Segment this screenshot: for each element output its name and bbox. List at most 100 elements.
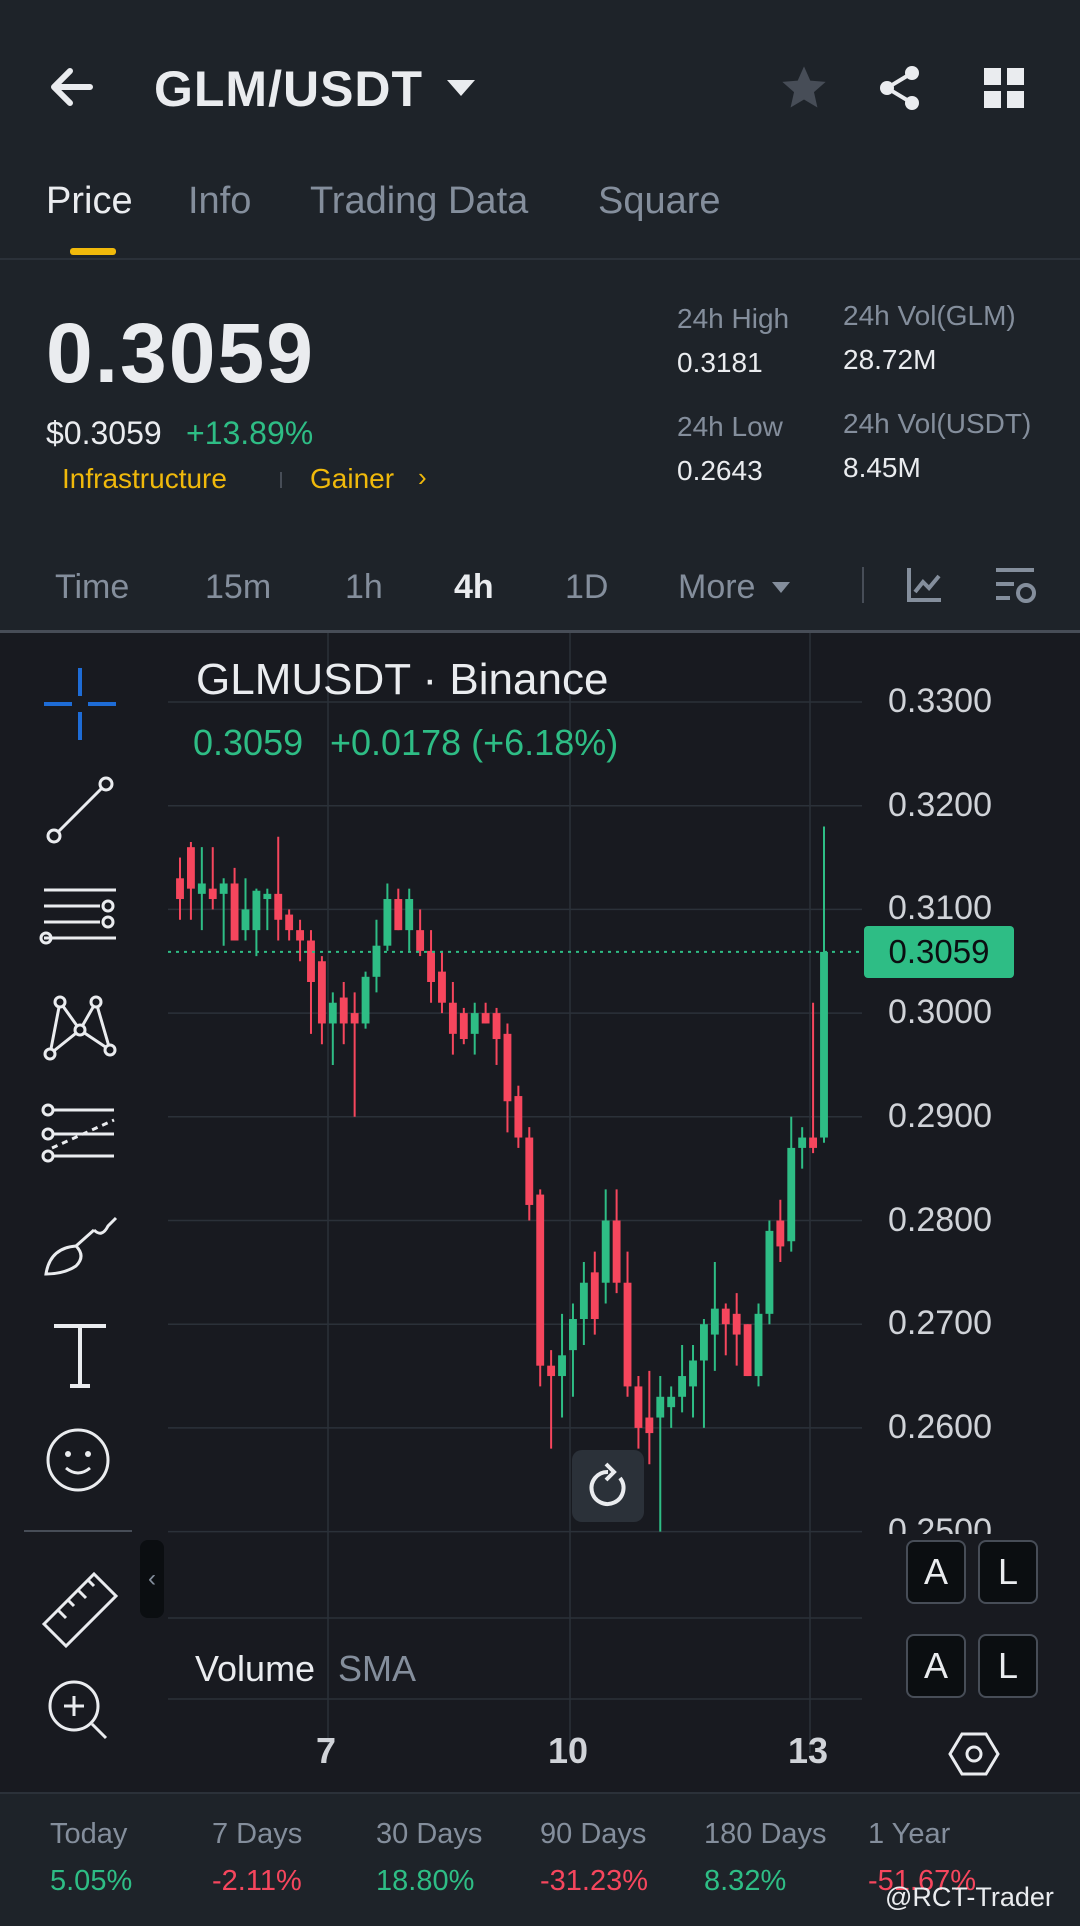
candle-body bbox=[634, 1386, 643, 1428]
candle-body bbox=[252, 890, 261, 931]
perf-value: -2.11% bbox=[212, 1865, 302, 1897]
candle-body bbox=[492, 1013, 501, 1040]
candle-body bbox=[503, 1033, 512, 1102]
vol-base-value: 28.72M bbox=[843, 344, 937, 375]
brush-icon[interactable] bbox=[36, 1200, 124, 1288]
indicator-chart-icon[interactable] bbox=[905, 564, 945, 604]
high-value: 0.3181 bbox=[677, 347, 763, 378]
candle-body bbox=[438, 971, 446, 1003]
ruler-icon[interactable] bbox=[36, 1560, 124, 1649]
auto-scale-button[interactable]: A bbox=[906, 1634, 966, 1698]
last-price: 0.3059 bbox=[46, 306, 315, 400]
timeframe-more[interactable]: More bbox=[678, 568, 755, 607]
candle-body bbox=[296, 930, 304, 941]
candle-body bbox=[710, 1308, 719, 1335]
perf-value: 8.32% bbox=[704, 1865, 787, 1897]
high-label: 24h High bbox=[677, 303, 790, 334]
candle-body bbox=[776, 1220, 785, 1247]
fibonacci-icon[interactable] bbox=[36, 1090, 124, 1178]
candle-body bbox=[623, 1282, 632, 1387]
chart-last-value: 0.3059 bbox=[193, 722, 304, 763]
share-icon[interactable] bbox=[874, 62, 926, 114]
y-tick-label: 0.2500 bbox=[888, 1511, 992, 1534]
candle-body bbox=[230, 883, 239, 941]
tab-square[interactable]: Square bbox=[598, 180, 721, 223]
x-tick-label: 13 bbox=[788, 1730, 829, 1771]
emoji-icon[interactable] bbox=[36, 1416, 124, 1504]
pair-dropdown-caret-icon[interactable] bbox=[447, 80, 475, 96]
crosshair-icon[interactable] bbox=[36, 660, 124, 748]
candle-body bbox=[721, 1308, 730, 1325]
candle-body bbox=[514, 1096, 523, 1138]
candle-body bbox=[732, 1313, 741, 1335]
perf-label: 1 Year bbox=[868, 1818, 951, 1850]
timeframe-15m[interactable]: 15m bbox=[205, 568, 271, 607]
tab-info[interactable]: Info bbox=[188, 180, 251, 223]
chevron-right-icon[interactable]: › bbox=[418, 462, 427, 493]
pattern-tool-icon[interactable] bbox=[36, 980, 124, 1068]
timeframe-time[interactable]: Time bbox=[55, 568, 129, 607]
perf-value: 18.80% bbox=[376, 1865, 475, 1897]
perf-label: Today bbox=[50, 1818, 128, 1850]
chart-settings-icon[interactable] bbox=[992, 564, 1038, 608]
hexagon-settings-icon[interactable] bbox=[948, 1728, 1000, 1780]
text-tool-icon[interactable] bbox=[36, 1310, 124, 1398]
zoom-in-icon[interactable] bbox=[36, 1668, 124, 1756]
more-caret-icon[interactable] bbox=[772, 582, 790, 593]
candle-body bbox=[317, 961, 326, 1024]
candle-body bbox=[263, 893, 272, 900]
auto-scale-button[interactable]: A bbox=[906, 1540, 966, 1604]
candle-body bbox=[536, 1194, 545, 1366]
back-arrow-icon[interactable] bbox=[44, 62, 104, 112]
candle-body bbox=[394, 899, 403, 931]
candle-body bbox=[186, 847, 195, 889]
candle-body bbox=[459, 1013, 468, 1040]
x-tick-label: 7 bbox=[316, 1730, 337, 1771]
candle-body bbox=[787, 1147, 796, 1242]
candle-body bbox=[427, 950, 435, 982]
grid-menu-icon[interactable] bbox=[982, 66, 1026, 110]
y-tick-label: 0.3000 bbox=[888, 993, 992, 1032]
chart-title: GLMUSDT · Binance bbox=[196, 655, 609, 704]
candle-body bbox=[754, 1313, 763, 1377]
candle-body bbox=[547, 1365, 556, 1377]
candle-body bbox=[612, 1220, 621, 1283]
candle-body bbox=[470, 1013, 479, 1034]
usd-price: $0.3059 bbox=[46, 415, 162, 451]
trend-line-icon[interactable] bbox=[36, 766, 124, 854]
perf-label: 30 Days bbox=[376, 1818, 483, 1850]
y-tick-label: 0.2900 bbox=[888, 1096, 992, 1135]
candle-body bbox=[765, 1230, 774, 1314]
timeframe-divider bbox=[862, 567, 864, 603]
horizontal-lines-icon[interactable] bbox=[36, 870, 124, 958]
tab-trading-data[interactable]: Trading Data bbox=[310, 180, 528, 223]
timeframe-4h[interactable]: 4h bbox=[454, 568, 494, 607]
candle-body bbox=[743, 1324, 752, 1377]
timeframe-1d[interactable]: 1D bbox=[565, 568, 608, 607]
collapse-toolbar-button[interactable]: ‹ bbox=[140, 1540, 164, 1618]
perf-value: -31.23% bbox=[540, 1865, 649, 1897]
tag-gainer[interactable]: Gainer bbox=[310, 463, 394, 495]
favorite-star-icon[interactable] bbox=[778, 62, 830, 114]
volume-label: Volume bbox=[195, 1648, 316, 1689]
candle-body bbox=[656, 1396, 665, 1418]
candle-body bbox=[820, 951, 828, 1138]
reset-chart-button[interactable] bbox=[572, 1450, 644, 1522]
candle-body bbox=[678, 1376, 687, 1397]
candle-body bbox=[590, 1272, 599, 1320]
timeframe-1h[interactable]: 1h bbox=[345, 568, 383, 607]
log-scale-button[interactable]: L bbox=[978, 1540, 1038, 1604]
candle-body bbox=[689, 1360, 697, 1387]
active-tab-indicator bbox=[70, 248, 116, 255]
log-scale-button[interactable]: L bbox=[978, 1634, 1038, 1698]
candle-body bbox=[700, 1324, 708, 1361]
price-change-percent: +13.89% bbox=[186, 415, 314, 451]
tab-price[interactable]: Price bbox=[46, 180, 133, 223]
volume-sma-label: SMA bbox=[338, 1648, 417, 1689]
candle-body bbox=[645, 1417, 654, 1434]
vol-quote-label: 24h Vol(USDT) bbox=[843, 408, 1032, 439]
pair-title[interactable]: GLM/USDT bbox=[154, 60, 423, 118]
tag-infrastructure[interactable]: Infrastructure bbox=[62, 463, 227, 495]
candle-body bbox=[809, 1137, 818, 1148]
y-tick-label: 0.3300 bbox=[888, 682, 992, 720]
